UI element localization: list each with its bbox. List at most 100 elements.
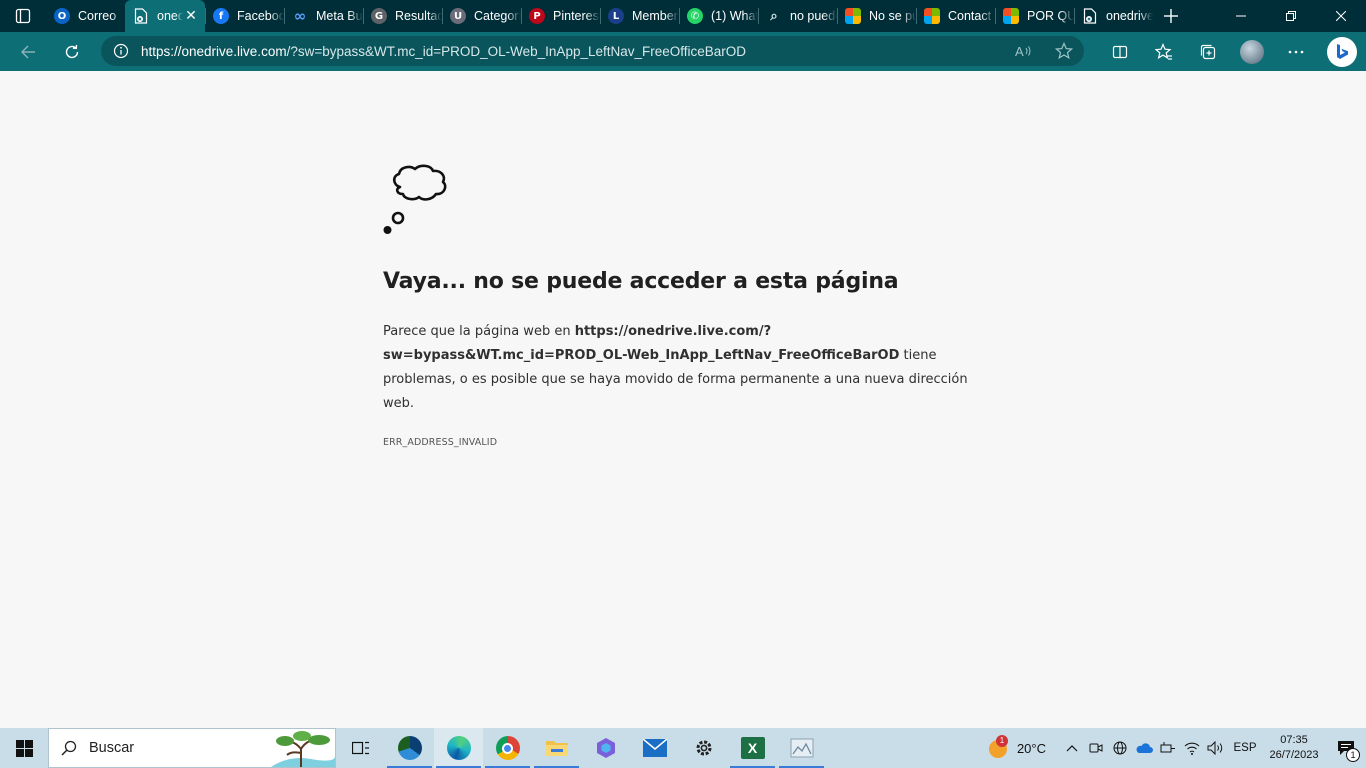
split-screen-button[interactable] xyxy=(1098,32,1142,71)
task-view-button[interactable] xyxy=(336,728,385,768)
tab-title: Facebook xyxy=(237,9,284,23)
taskbar-mail-app[interactable] xyxy=(630,728,679,768)
refresh-icon xyxy=(65,44,79,58)
cloud-icon xyxy=(1136,743,1153,753)
new-tab-button[interactable] xyxy=(1153,0,1189,32)
page-error-icon xyxy=(133,8,149,24)
plug-icon xyxy=(1160,742,1175,753)
tab-actions-button[interactable] xyxy=(0,0,46,32)
minimize-button[interactable] xyxy=(1216,0,1266,32)
pinned-apps: X xyxy=(336,728,826,768)
weather-badge: 1 xyxy=(995,735,1008,747)
start-button[interactable] xyxy=(0,728,48,768)
taskbar-file-explorer-app[interactable] xyxy=(532,728,581,768)
globe-network-icon xyxy=(1113,741,1127,755)
microsoft-icon xyxy=(924,8,940,24)
browser-tab[interactable]: No se puede xyxy=(837,0,916,32)
search-input[interactable] xyxy=(89,740,269,756)
site-info-button[interactable] xyxy=(101,43,141,59)
tab-title: Members xyxy=(632,9,679,23)
url-path: /?sw=bypass&WT.mc_id=PROD_OL-Web_InApp_L… xyxy=(286,43,747,59)
collections-button[interactable] xyxy=(1186,32,1230,71)
power-button[interactable] xyxy=(1156,728,1180,768)
taskbar-edge-dev-app[interactable] xyxy=(385,728,434,768)
tab-title: (1) WhatsApp xyxy=(711,9,758,23)
edge-icon xyxy=(446,736,471,760)
onedrive-tray-button[interactable] xyxy=(1132,728,1156,768)
tab-title: onedrive xyxy=(1106,9,1153,23)
show-hidden-icons-button[interactable] xyxy=(1060,728,1084,768)
volume-button[interactable] xyxy=(1204,728,1228,768)
folder-icon xyxy=(545,741,568,756)
browser-tab[interactable]: Contact xyxy=(916,0,995,32)
settings-more-button[interactable] xyxy=(1274,32,1318,71)
favorites-button[interactable] xyxy=(1142,32,1186,71)
refresh-button[interactable] xyxy=(54,36,90,68)
taskbar-search[interactable] xyxy=(48,728,336,768)
browser-tab[interactable]: P Pinterest xyxy=(521,0,600,32)
browser-tab[interactable]: L Members xyxy=(600,0,679,32)
profile-button[interactable] xyxy=(1230,32,1274,71)
error-panel: Vaya... no se puede acceder a esta págin… xyxy=(383,161,973,448)
gear-icon xyxy=(696,740,711,756)
weather-widget[interactable]: 1 20°C xyxy=(987,735,1046,759)
search-icon xyxy=(49,740,89,756)
browser-tab[interactable]: POR QUÉ xyxy=(995,0,1074,32)
url-text[interactable]: https://onedrive.live.com/?sw=bypass&WT.… xyxy=(141,44,1004,59)
clock-time: 07:35 xyxy=(1280,734,1308,746)
notification-center-button[interactable]: 1 xyxy=(1326,728,1366,768)
notification-count-badge: 1 xyxy=(1346,748,1360,762)
wifi-button[interactable] xyxy=(1180,728,1204,768)
clock[interactable]: 07:35 26/7/2023 xyxy=(1262,733,1326,763)
network-status-button[interactable] xyxy=(1108,728,1132,768)
taskbar-photo-app[interactable] xyxy=(777,728,826,768)
meet-now-button[interactable] xyxy=(1084,728,1108,768)
input-language[interactable]: ESP xyxy=(1228,742,1262,754)
bing-copilot-button[interactable] xyxy=(1318,32,1366,71)
browser-tab[interactable]: ∞ Meta Business xyxy=(284,0,363,32)
error-code: ERR_ADDRESS_INVALID xyxy=(383,437,498,448)
error-title: Vaya... no se puede acceder a esta págin… xyxy=(383,269,899,294)
u-icon: U xyxy=(450,8,466,24)
restore-icon xyxy=(1286,11,1296,21)
browser-tab[interactable]: G Resultados xyxy=(363,0,442,32)
hexagon-app-icon xyxy=(596,738,615,758)
speaker-icon xyxy=(1207,741,1223,755)
read-aloud-button[interactable]: A xyxy=(1004,43,1044,59)
address-bar[interactable]: https://onedrive.live.com/?sw=bypass&WT.… xyxy=(101,36,1084,66)
picture-app-icon xyxy=(790,738,813,758)
favorites-icon xyxy=(1155,42,1172,60)
url-host: https://onedrive.live.com xyxy=(141,43,287,59)
browser-tab[interactable]: onedrive xyxy=(1074,0,1153,32)
taskbar-excel-app[interactable]: X xyxy=(728,728,777,768)
excel-icon: X xyxy=(740,737,765,759)
svg-text:A: A xyxy=(1015,44,1024,59)
favorite-star-button[interactable] xyxy=(1044,42,1084,60)
chevron-up-icon xyxy=(1066,745,1078,752)
tab-title: Resultados xyxy=(395,9,442,23)
tab-title: POR QUÉ xyxy=(1027,9,1074,23)
page-content: Vaya... no se puede acceder a esta págin… xyxy=(0,71,1366,728)
browser-tab[interactable]: ✆ (1) WhatsApp xyxy=(679,0,758,32)
browser-tab[interactable]: f Facebook xyxy=(205,0,284,32)
minimize-icon xyxy=(1236,15,1246,17)
restore-button[interactable] xyxy=(1266,0,1316,32)
browser-tab[interactable]: U Categorías xyxy=(442,0,521,32)
weather-temperature: 20°C xyxy=(1016,740,1046,756)
tab-title: no puedo xyxy=(790,9,837,23)
browser-tab[interactable]: onedrive✕ xyxy=(125,0,205,32)
browser-tab[interactable]: ⌕ no puedo xyxy=(758,0,837,32)
close-window-button[interactable] xyxy=(1316,0,1366,32)
taskbar: X 1 20°C ESP 07:35 26/7/2023 1 xyxy=(0,728,1366,768)
bing-icon xyxy=(1327,36,1357,67)
taskbar-chrome-app[interactable] xyxy=(483,728,532,768)
browser-tab[interactable]: O Correo xyxy=(46,0,125,32)
taskbar-settings-app[interactable] xyxy=(679,728,728,768)
back-button[interactable] xyxy=(10,36,46,68)
tab-title: Meta Business xyxy=(316,9,363,23)
taskbar-edge-app[interactable] xyxy=(434,728,483,768)
close-tab-icon[interactable]: ✕ xyxy=(183,8,199,24)
taskbar-copilot-app[interactable] xyxy=(581,728,630,768)
tab-strip: OCorreoonedrive✕fFacebook∞Meta BusinessG… xyxy=(0,0,1366,32)
weather-sun-icon: 1 xyxy=(987,735,1009,759)
